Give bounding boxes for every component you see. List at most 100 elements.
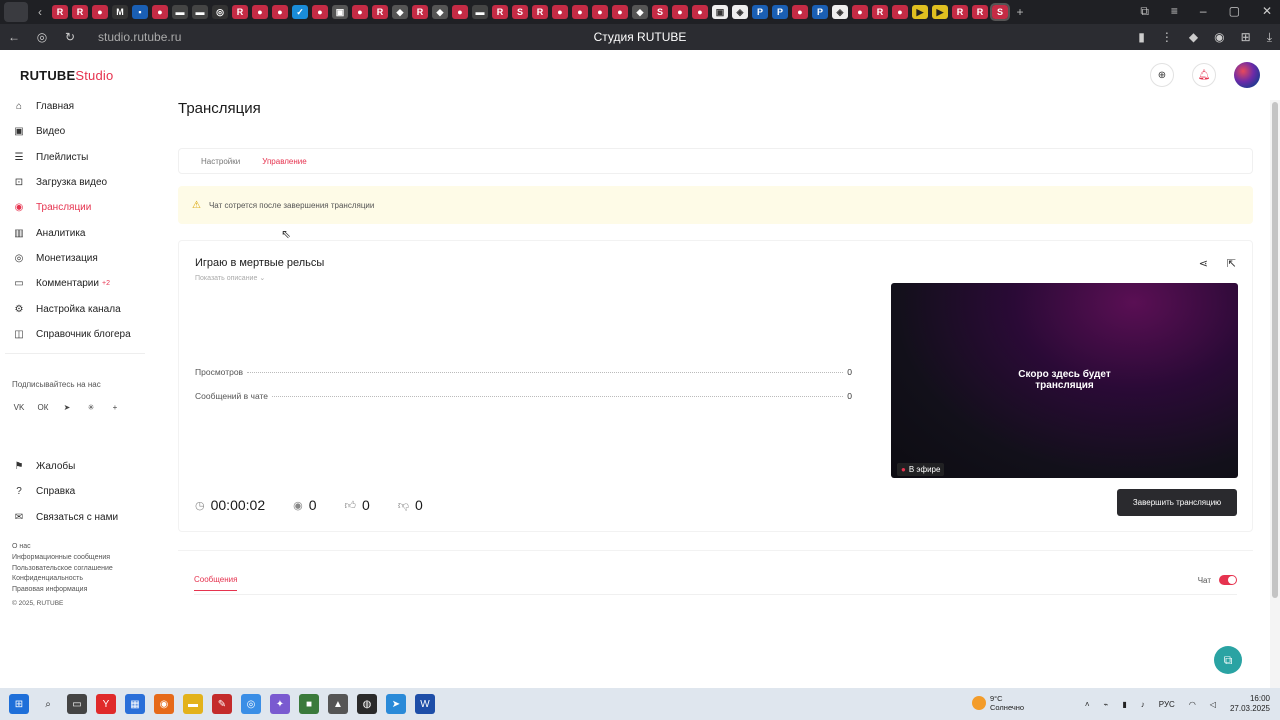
sidebar-item-analytics[interactable]: ▥ Аналитика [0, 220, 150, 245]
tab-favicon[interactable]: R [52, 5, 68, 19]
tab-settings[interactable]: Настройки [201, 157, 240, 166]
search-icon[interactable]: ⌕ [38, 694, 58, 714]
folder-icon[interactable]: ▬ [183, 694, 203, 714]
tab-favicon[interactable]: M [112, 5, 128, 19]
tab-favicon[interactable]: R [492, 5, 508, 19]
chat-switch[interactable] [1219, 575, 1237, 585]
vpn-icon[interactable]: ◆ [1189, 30, 1198, 45]
microphone-icon[interactable]: ♪ [1141, 700, 1145, 709]
tab-search-icon[interactable]: ⧉ [1140, 4, 1149, 19]
telegram-app-icon[interactable]: ➤ [386, 694, 406, 714]
tab-favicon[interactable]: ● [692, 5, 708, 19]
download-icon[interactable]: ⤓ [1267, 30, 1272, 45]
screenshot-icon[interactable]: ◉ [1214, 30, 1224, 45]
game-icon[interactable]: ✦ [270, 694, 290, 714]
tab-favicon[interactable]: R [952, 5, 968, 19]
yandex-browser-icon[interactable]: Y [96, 694, 116, 714]
tab-favicon[interactable]: ▣ [712, 5, 728, 19]
scrollbar-thumb[interactable] [1272, 102, 1278, 598]
tab-favicon[interactable]: R [532, 5, 548, 19]
minimize-icon[interactable]: – [1200, 4, 1207, 19]
add-content-icon[interactable]: ⊕ [1150, 63, 1174, 87]
support-chat-icon[interactable]: ⧉ [1214, 646, 1242, 674]
menu-icon[interactable]: ≡ [1171, 4, 1178, 19]
sidebar-item-home[interactable]: ⌂ Главная [0, 94, 150, 119]
tab-favicon[interactable]: ● [792, 5, 808, 19]
tab-favicon[interactable]: ▪ [132, 5, 148, 19]
task-view-icon[interactable]: ▭ [67, 694, 87, 714]
tab-favicon[interactable]: ● [92, 5, 108, 19]
tab-favicon[interactable]: ◆ [432, 5, 448, 19]
minecraft-icon[interactable]: ■ [299, 694, 319, 714]
more-icon[interactable]: ⋮ [1161, 30, 1173, 45]
language-indicator[interactable]: РУС [1159, 700, 1175, 709]
tab-favicon[interactable]: P [752, 5, 768, 19]
tab-favicon[interactable]: ● [612, 5, 628, 19]
tab-favicon[interactable]: ▣ [332, 5, 348, 19]
tab-favicon[interactable]: ◎ [212, 5, 228, 19]
tab-favicon[interactable]: R [72, 5, 88, 19]
tab-favicon[interactable]: ▬ [472, 5, 488, 19]
tab-favicon[interactable]: ◆ [392, 5, 408, 19]
tab-favicon[interactable]: ◈ [732, 5, 748, 19]
chevron-up-icon[interactable]: ˄ [1085, 700, 1090, 709]
tab-favicon[interactable]: ▬ [172, 5, 188, 19]
sidebar-item-contact[interactable]: ✉ Связаться с нами [0, 505, 150, 530]
external-link-icon[interactable]: ⇱ [1227, 257, 1236, 270]
bookmark-icon[interactable]: ▮ [1138, 30, 1145, 45]
word-icon[interactable]: W [415, 694, 435, 714]
dzen-icon[interactable]: ✳ [84, 400, 98, 414]
close-icon[interactable]: ✕ [1262, 4, 1272, 19]
vk-icon[interactable]: VK [12, 400, 26, 414]
tab-favicon[interactable]: R [972, 5, 988, 19]
sidebar-item-video[interactable]: ▣ Видео [0, 119, 150, 144]
store-icon[interactable]: ▦ [125, 694, 145, 714]
tab-favicon[interactable]: ▶ [912, 5, 928, 19]
windows-start-icon[interactable]: ⊞ [9, 694, 29, 714]
notifications-icon[interactable]: 🔔︎ [1192, 63, 1216, 87]
sidebar-item-upload[interactable]: ⊡ Загрузка видео [0, 170, 150, 195]
ok-icon[interactable]: ОК [36, 400, 50, 414]
new-tab-icon[interactable]: + [1012, 5, 1028, 19]
tab-favicon[interactable]: ● [452, 5, 468, 19]
page-scrollbar[interactable] [1270, 100, 1280, 720]
tab-favicon[interactable]: ● [552, 5, 568, 19]
url-field[interactable]: studio.rutube.ru [98, 30, 181, 44]
sidebar-item-broadcasts[interactable]: ◉ Трансляции [0, 195, 150, 220]
tab-favicon[interactable]: ● [852, 5, 868, 19]
chrome-icon[interactable]: ◎ [241, 694, 261, 714]
tab-favicon[interactable]: ▬ [192, 5, 208, 19]
avatar[interactable] [1234, 62, 1260, 88]
firefox-icon[interactable]: ◉ [154, 694, 174, 714]
tab-favicon[interactable]: R [412, 5, 428, 19]
tab-favicon[interactable]: S [512, 5, 528, 19]
volume-icon[interactable]: ◁ [1210, 700, 1216, 709]
tab-favicon[interactable]: ● [892, 5, 908, 19]
clock[interactable]: 16:00 27.03.2025 [1230, 694, 1270, 714]
share-icon[interactable]: ⋖ [1199, 257, 1208, 270]
sidebar-item-comments[interactable]: ▭ Комментарии +2 [0, 271, 150, 296]
footer-link-privacy[interactable]: Конфиденциальность [12, 574, 113, 585]
tab-favicon[interactable]: ● [672, 5, 688, 19]
app-icon[interactable]: ✎ [212, 694, 232, 714]
tab-favicon[interactable]: ● [572, 5, 588, 19]
usb-icon[interactable]: ▮ [1122, 700, 1126, 709]
tab-favicon[interactable]: ● [252, 5, 268, 19]
tab-favicon[interactable]: ● [592, 5, 608, 19]
footer-link-terms[interactable]: Пользовательское соглашение [12, 564, 113, 575]
tab-messages[interactable]: Сообщения [194, 575, 238, 591]
tab-favicon[interactable]: ● [352, 5, 368, 19]
sidebar-item-playlists[interactable]: ☰ Плейлисты [0, 145, 150, 170]
reload-icon[interactable]: ↻ [56, 30, 84, 44]
tab-favicon[interactable]: S [652, 5, 668, 19]
extensions-icon[interactable]: ⊞ [1241, 30, 1251, 45]
tab-favicon[interactable]: R [232, 5, 248, 19]
sidebar-item-complaints[interactable]: ⚑ Жалобы [0, 454, 150, 479]
tab-favicon[interactable]: P [772, 5, 788, 19]
tabs-scroll-left-icon[interactable]: ‹ [32, 5, 48, 19]
wifi-icon[interactable]: ◠ [1189, 700, 1196, 709]
tab-favicon[interactable]: ◈ [832, 5, 848, 19]
shield-icon[interactable]: ◎ [28, 30, 56, 44]
app-icon[interactable]: ▲ [328, 694, 348, 714]
sidebar-item-help[interactable]: ? Справка [0, 479, 150, 504]
